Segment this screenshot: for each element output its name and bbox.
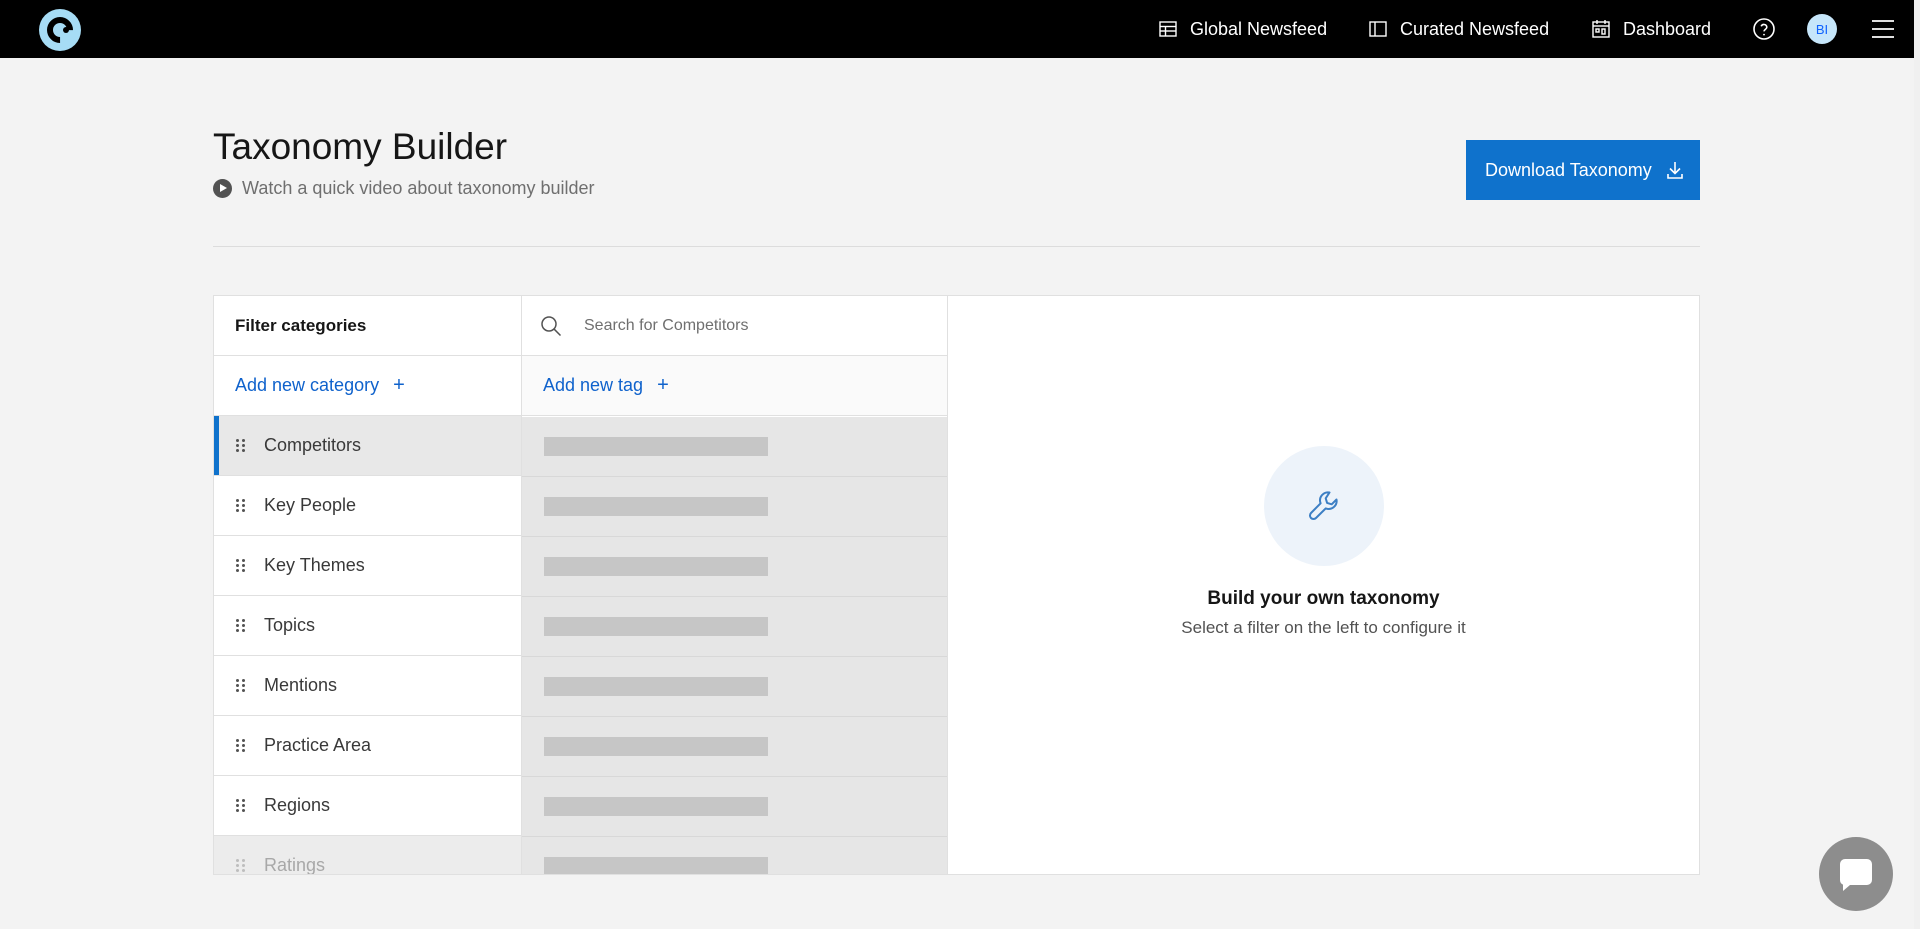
empty-state-subtitle: Select a filter on the left to configure… xyxy=(1181,618,1466,637)
add-tag-label: Add new tag xyxy=(543,375,644,395)
drag-handle-icon[interactable] xyxy=(236,678,246,693)
download-icon xyxy=(1666,162,1683,179)
page-title: Taxonomy Builder xyxy=(213,126,508,167)
category-label: Key Themes xyxy=(264,555,365,575)
drag-handle-icon[interactable] xyxy=(236,858,246,873)
video-link[interactable]: Watch a quick video about taxonomy build… xyxy=(213,178,595,199)
download-taxonomy-label: Download Taxonomy xyxy=(1485,159,1652,180)
drag-handle-icon[interactable] xyxy=(236,618,246,633)
top-navigation-bar: Global Newsfeed Curated Newsfeed Dashboa… xyxy=(0,0,1914,58)
page-scrollbar[interactable] xyxy=(1914,0,1920,929)
tag-search-bar xyxy=(522,296,947,356)
category-item[interactable]: Practice Area xyxy=(214,716,521,776)
nav-global-newsfeed[interactable]: Global Newsfeed xyxy=(1158,17,1327,41)
category-label: Mentions xyxy=(264,675,338,695)
add-category-button[interactable]: Add new category + xyxy=(214,356,521,416)
category-label: Practice Area xyxy=(264,735,372,755)
tag-search-input[interactable] xyxy=(584,316,914,335)
wrench-icon-badge xyxy=(1263,446,1384,566)
plus-icon: + xyxy=(657,374,669,396)
drag-handle-icon[interactable] xyxy=(236,558,246,573)
nav-curated-newsfeed[interactable]: Curated Newsfeed xyxy=(1368,17,1549,41)
add-tag-button[interactable]: Add new tag + xyxy=(522,356,947,416)
tags-column: Add new tag + xyxy=(522,296,948,874)
detail-column: Build your own taxonomy Select a filter … xyxy=(948,296,1699,874)
app-logo[interactable] xyxy=(39,9,81,51)
categories-heading: Filter categories xyxy=(214,296,521,356)
category-label: Key People xyxy=(264,495,357,515)
nav-dashboard-label: Dashboard xyxy=(1623,18,1712,39)
category-item[interactable]: Key Themes xyxy=(214,536,521,596)
panel-icon xyxy=(1369,21,1387,37)
category-item[interactable]: Mentions xyxy=(214,656,521,716)
help-icon[interactable] xyxy=(1752,17,1776,41)
nav-global-newsfeed-label: Global Newsfeed xyxy=(1190,18,1328,39)
user-avatar[interactable]: BI xyxy=(1807,14,1837,44)
tag-skeleton-row xyxy=(522,657,947,717)
category-item[interactable]: Regions xyxy=(214,776,521,836)
tags-loading-list xyxy=(522,417,947,874)
skeleton-bar xyxy=(544,497,768,516)
table-icon xyxy=(1159,21,1177,37)
tag-skeleton-row xyxy=(522,597,947,657)
tag-skeleton-row xyxy=(522,837,947,874)
skeleton-bar xyxy=(544,557,768,576)
add-category-label: Add new category xyxy=(235,375,380,395)
category-label: Topics xyxy=(264,615,316,635)
nav-curated-newsfeed-label: Curated Newsfeed xyxy=(1400,18,1550,39)
skeleton-bar xyxy=(544,617,768,636)
skeleton-bar xyxy=(544,737,768,756)
tag-skeleton-row xyxy=(522,417,947,477)
video-link-label: Watch a quick video about taxonomy build… xyxy=(242,178,595,198)
hamburger-menu-icon[interactable] xyxy=(1871,19,1895,39)
skeleton-bar xyxy=(544,857,768,874)
nav-dashboard[interactable]: Dashboard xyxy=(1591,17,1711,41)
category-list: Competitors Key People Key Themes Topics Men… xyxy=(214,416,521,875)
skeleton-bar xyxy=(544,677,768,696)
drag-handle-icon[interactable] xyxy=(236,498,246,513)
play-icon xyxy=(213,179,232,198)
category-item[interactable]: Competitors xyxy=(214,416,521,476)
download-taxonomy-button[interactable]: Download Taxonomy xyxy=(1466,140,1700,200)
category-label: Ratings xyxy=(264,855,326,875)
category-label: Competitors xyxy=(264,435,362,455)
category-item[interactable]: Key People xyxy=(214,476,521,536)
category-label: Regions xyxy=(264,795,331,815)
tag-skeleton-row xyxy=(522,477,947,537)
category-item[interactable]: Ratings xyxy=(214,836,521,875)
plus-icon: + xyxy=(393,374,405,396)
category-item[interactable]: Topics xyxy=(214,596,521,656)
categories-column: Filter categories Add new category + Com… xyxy=(214,296,522,874)
skeleton-bar xyxy=(544,437,768,456)
search-icon xyxy=(541,315,562,336)
empty-state: Build your own taxonomy Select a filter … xyxy=(948,446,1699,638)
empty-state-title: Build your own taxonomy xyxy=(1207,588,1440,609)
drag-handle-icon[interactable] xyxy=(236,438,246,453)
tag-skeleton-row xyxy=(522,777,947,837)
drag-handle-icon[interactable] xyxy=(236,798,246,813)
tag-skeleton-row xyxy=(522,717,947,777)
calendar-grid-icon xyxy=(1592,20,1610,38)
chat-widget-button[interactable] xyxy=(1819,837,1893,911)
skeleton-bar xyxy=(544,797,768,816)
header-divider xyxy=(213,246,1700,247)
avatar-initials: BI xyxy=(1815,21,1829,37)
chat-icon xyxy=(1840,859,1872,891)
wrench-icon xyxy=(1308,491,1338,521)
tag-skeleton-row xyxy=(522,537,947,597)
drag-handle-icon[interactable] xyxy=(236,738,246,753)
taxonomy-panel: Filter categories Add new category + Com… xyxy=(213,295,1700,875)
